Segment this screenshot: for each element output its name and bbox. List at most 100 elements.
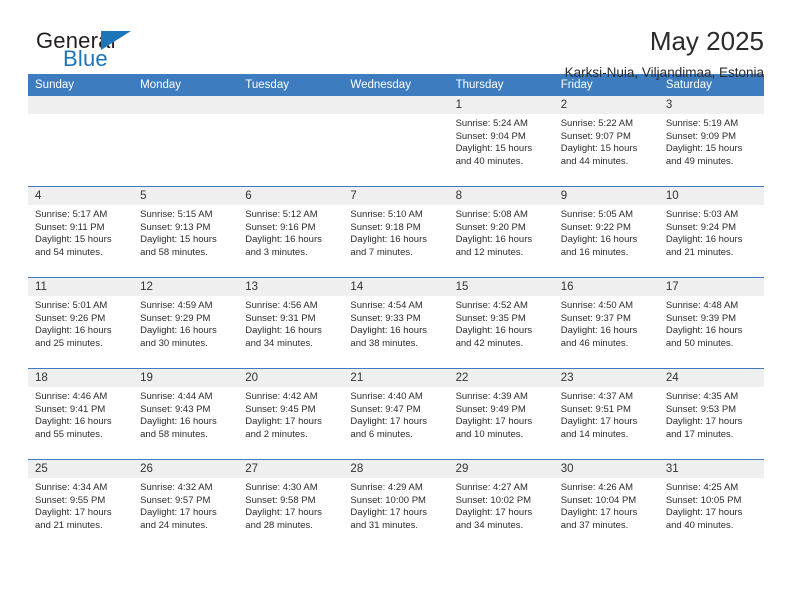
sunrise-time: Sunrise: 4:32 AM	[140, 482, 213, 493]
day-cell-inner: 1 Sunrise: 5:24 AM Sunset: 9:04 PM Daylight…	[448, 96, 554, 186]
day-number: 8	[448, 187, 554, 205]
daylight-duration: Daylight: 15 hours and 40 minutes.	[455, 143, 533, 167]
daylight-duration: Daylight: 16 hours and 58 minutes.	[140, 416, 217, 440]
sunset-time: Sunset: 9:57 PM	[140, 494, 211, 506]
day-cell-inner: 7 Sunrise: 5:10 AM Sunset: 9:18 PM Daylight…	[343, 187, 449, 277]
day-details: Sunrise: 5:22 AM Sunset: 9:07 PM Daylight:…	[554, 114, 659, 168]
daylight-duration: Daylight: 17 hours and 40 minutes.	[665, 507, 743, 531]
calendar-day-cell: 3 Sunrise: 5:19 AM Sunset: 9:09 PM Daylight…	[658, 96, 764, 187]
brand-name-blue: Blue	[63, 46, 108, 71]
day-cell-inner: 31 Sunrise: 4:25 AM Sunset: 10:05 PM Daylig…	[658, 460, 764, 550]
sunset-time: Sunset: 9:55 PM	[35, 494, 106, 506]
sunrise-time: Sunrise: 4:37 AM	[560, 391, 634, 402]
calendar-week-row: 1 Sunrise: 5:24 AM Sunset: 9:04 PM Daylight…	[28, 96, 764, 187]
calendar-day-cell: 20 Sunrise: 4:42 AM Sunset: 9:45 PM Dayligh…	[238, 368, 344, 460]
daylight-duration: Daylight: 16 hours and 7 minutes.	[350, 234, 427, 258]
daylight-duration: Daylight: 17 hours and 28 minutes.	[245, 507, 322, 531]
sunset-time: Sunset: 9:39 PM	[665, 312, 737, 324]
calendar-week-row: 25 Sunrise: 4:34 AM Sunset: 9:55 PM Dayligh…	[28, 459, 764, 550]
sunset-time: Sunset: 9:20 PM	[455, 221, 526, 233]
calendar-day-cell: 14 Sunrise: 4:54 AM Sunset: 9:33 PM Dayligh…	[343, 277, 449, 369]
sunset-time: Sunset: 9:07 PM	[560, 130, 631, 142]
daylight-duration: Daylight: 15 hours and 49 minutes.	[665, 143, 743, 167]
sunrise-time: Sunrise: 5:19 AM	[665, 118, 739, 129]
day-cell-inner	[28, 96, 134, 186]
sunrise-time: Sunrise: 5:03 AM	[665, 209, 739, 220]
page-subtitle: Karksi-Nuia, Viljandimaa, Estonia	[564, 65, 764, 80]
title-block: May 2025 Karksi-Nuia, Viljandimaa, Eston…	[565, 26, 764, 80]
sunset-time: Sunset: 9:33 PM	[350, 312, 421, 324]
day-cell-inner: 29 Sunrise: 4:27 AM Sunset: 10:02 PM Daylig…	[448, 460, 554, 550]
sunrise-time: Sunrise: 4:39 AM	[455, 391, 528, 402]
day-cell-inner: 6 Sunrise: 5:12 AM Sunset: 9:16 PM Daylight…	[238, 187, 344, 277]
sunset-time: Sunset: 9:09 PM	[665, 130, 737, 142]
calendar-day-cell: 16 Sunrise: 4:50 AM Sunset: 9:37 PM Dayligh…	[553, 277, 659, 369]
daylight-duration: Daylight: 17 hours and 2 minutes.	[245, 416, 322, 440]
calendar-day-cell: 15 Sunrise: 4:52 AM Sunset: 9:35 PM Dayligh…	[448, 277, 554, 369]
day-number: 20	[238, 369, 344, 387]
brand-logo[interactable]: General Blue	[28, 26, 208, 74]
calendar-day-cell-empty	[343, 96, 449, 187]
day-number: 21	[343, 369, 449, 387]
sunset-time: Sunset: 9:04 PM	[455, 130, 526, 142]
calendar-day-cell: 1 Sunrise: 5:24 AM Sunset: 9:04 PM Daylight…	[448, 96, 554, 187]
calendar-day-cell: 25 Sunrise: 4:34 AM Sunset: 9:55 PM Dayligh…	[28, 459, 134, 550]
sunrise-time: Sunrise: 4:56 AM	[245, 300, 318, 311]
calendar-week-row: 18 Sunrise: 4:46 AM Sunset: 9:41 PM Dayligh…	[28, 368, 764, 460]
day-number: 4	[28, 187, 134, 205]
day-number: 1	[448, 96, 554, 114]
weekday-header-wednesday: Wednesday	[343, 74, 449, 96]
day-cell-inner: 11 Sunrise: 5:01 AM Sunset: 9:26 PM Dayligh…	[28, 278, 134, 368]
calendar-day-cell: 17 Sunrise: 4:48 AM Sunset: 9:39 PM Dayligh…	[658, 277, 764, 369]
calendar-day-cell: 23 Sunrise: 4:37 AM Sunset: 9:51 PM Dayligh…	[553, 368, 659, 460]
weekday-header-sunday: Sunday	[28, 74, 134, 96]
sunset-time: Sunset: 9:51 PM	[560, 403, 631, 415]
sunrise-time: Sunrise: 4:40 AM	[350, 391, 423, 402]
daylight-duration: Daylight: 16 hours and 3 minutes.	[245, 234, 322, 258]
calendar-day-cell: 26 Sunrise: 4:32 AM Sunset: 9:57 PM Dayligh…	[133, 459, 239, 550]
day-details: Sunrise: 5:05 AM Sunset: 9:22 PM Daylight:…	[554, 205, 659, 259]
day-number: 31	[658, 460, 764, 478]
day-details: Sunrise: 4:54 AM Sunset: 9:33 PM Daylight:…	[343, 296, 448, 350]
day-details: Sunrise: 5:03 AM Sunset: 9:24 PM Daylight:…	[659, 205, 764, 259]
day-details: Sunrise: 5:24 AM Sunset: 9:04 PM Daylight:…	[449, 114, 554, 168]
day-details: Sunrise: 4:27 AM Sunset: 10:02 PM Daylight…	[449, 478, 554, 532]
calendar-day-cell: 21 Sunrise: 4:40 AM Sunset: 9:47 PM Dayligh…	[343, 368, 449, 460]
day-details: Sunrise: 4:59 AM Sunset: 9:29 PM Daylight:…	[133, 296, 238, 350]
daylight-duration: Daylight: 16 hours and 25 minutes.	[35, 325, 112, 349]
day-number	[28, 96, 134, 114]
sunset-time: Sunset: 9:45 PM	[245, 403, 316, 415]
day-cell-inner: 18 Sunrise: 4:46 AM Sunset: 9:41 PM Dayligh…	[28, 369, 134, 459]
calendar-page: General Blue May 2025 Karksi-Nuia, Vilja…	[0, 0, 792, 612]
day-cell-inner: 25 Sunrise: 4:34 AM Sunset: 9:55 PM Dayligh…	[28, 460, 134, 550]
sunrise-time: Sunrise: 5:08 AM	[455, 209, 528, 220]
calendar-day-cell: 6 Sunrise: 5:12 AM Sunset: 9:16 PM Daylight…	[238, 186, 344, 278]
day-details: Sunrise: 4:30 AM Sunset: 9:58 PM Daylight:…	[238, 478, 343, 532]
day-details: Sunrise: 5:19 AM Sunset: 9:09 PM Daylight:…	[659, 114, 764, 168]
day-details: Sunrise: 5:15 AM Sunset: 9:13 PM Daylight:…	[133, 205, 238, 259]
sunset-time: Sunset: 9:49 PM	[455, 403, 526, 415]
daylight-duration: Daylight: 17 hours and 6 minutes.	[350, 416, 427, 440]
day-details: Sunrise: 4:48 AM Sunset: 9:39 PM Daylight:…	[659, 296, 764, 350]
day-number: 26	[133, 460, 239, 478]
calendar-day-cell: 2 Sunrise: 5:22 AM Sunset: 9:07 PM Daylight…	[553, 96, 659, 187]
sunset-time: Sunset: 9:58 PM	[245, 494, 316, 506]
daylight-duration: Daylight: 17 hours and 37 minutes.	[560, 507, 638, 531]
sunrise-time: Sunrise: 4:27 AM	[455, 482, 528, 493]
day-number: 2	[553, 96, 659, 114]
calendar-week-row: 4 Sunrise: 5:17 AM Sunset: 9:11 PM Daylight…	[28, 186, 764, 278]
sunrise-time: Sunrise: 5:17 AM	[35, 209, 108, 220]
day-number: 29	[448, 460, 554, 478]
calendar-day-cell: 7 Sunrise: 5:10 AM Sunset: 9:18 PM Daylight…	[343, 186, 449, 278]
sunrise-time: Sunrise: 4:46 AM	[35, 391, 108, 402]
day-details: Sunrise: 4:25 AM Sunset: 10:05 PM Daylight…	[659, 478, 764, 532]
sunrise-time: Sunrise: 4:48 AM	[665, 300, 739, 311]
calendar-day-cell: 5 Sunrise: 5:15 AM Sunset: 9:13 PM Daylight…	[133, 186, 239, 278]
calendar-day-cell: 9 Sunrise: 5:05 AM Sunset: 9:22 PM Daylight…	[553, 186, 659, 278]
day-number: 9	[553, 187, 659, 205]
day-number: 27	[238, 460, 344, 478]
day-cell-inner: 30 Sunrise: 4:26 AM Sunset: 10:04 PM Daylig…	[553, 460, 659, 550]
day-number: 10	[658, 187, 764, 205]
day-number: 13	[238, 278, 344, 296]
daylight-duration: Daylight: 17 hours and 34 minutes.	[455, 507, 533, 531]
